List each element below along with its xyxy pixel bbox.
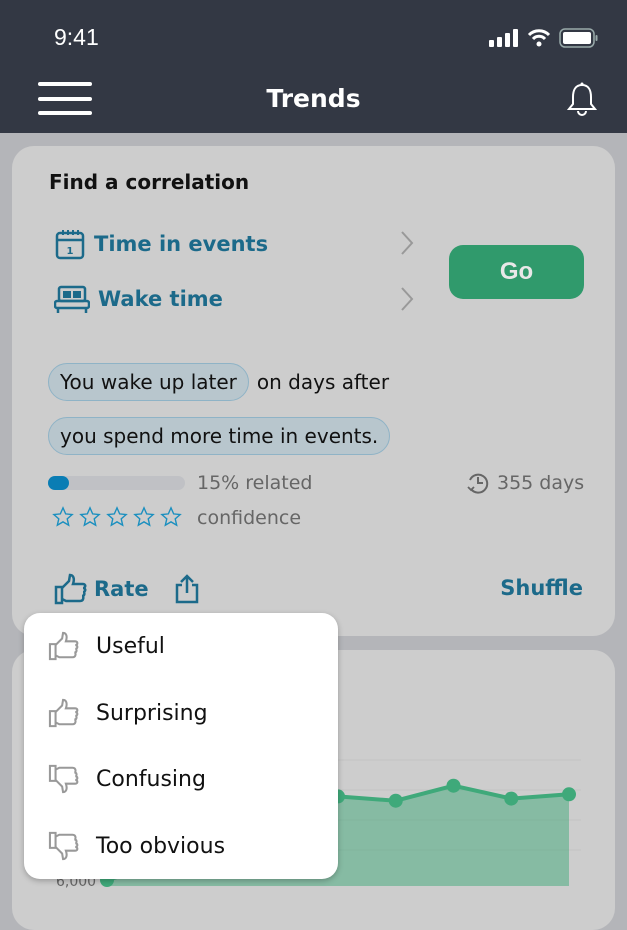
chart-point — [388, 793, 403, 808]
confidence-label: confidence — [197, 507, 302, 529]
menu-item-label: Useful — [96, 633, 165, 659]
picker-label: Time in events — [94, 232, 269, 256]
chart-point — [562, 787, 576, 802]
bed-icon — [54, 285, 90, 313]
menu-item-label: Too obvious — [96, 833, 226, 859]
chevron-right-icon — [401, 287, 414, 311]
thumbs-up-icon — [54, 573, 87, 605]
confidence-stars — [52, 506, 182, 528]
thumbs-down-icon — [48, 764, 79, 794]
card-title: Find a correlation — [49, 170, 250, 194]
sentence-line-2: you spend more time in events. — [48, 417, 391, 455]
correlation-card: Find a correlation 1 Time in events Wake… — [12, 146, 615, 636]
calendar-icon: 1 — [55, 230, 85, 260]
menu-item-label: Surprising — [96, 700, 208, 726]
menu-item-confusing[interactable]: Confusing — [48, 764, 206, 794]
share-icon[interactable] — [174, 574, 200, 604]
related-label: 15% related — [197, 472, 313, 494]
cause-pill[interactable]: you spend more time in events. — [48, 417, 391, 455]
sentence-line-1: You wake up later on days after — [48, 363, 389, 401]
history-clock-icon — [467, 473, 489, 494]
related-progress-fill — [48, 476, 69, 490]
star-icon — [133, 506, 155, 527]
wifi-icon — [527, 29, 551, 47]
star-icon — [160, 506, 182, 527]
top-bar: 9:41 Trends — [0, 0, 627, 133]
thumbs-up-icon — [48, 631, 79, 661]
chart-point — [504, 791, 519, 806]
star-icon — [79, 506, 101, 527]
bell-icon[interactable] — [566, 82, 598, 118]
result-pill[interactable]: You wake up later — [48, 363, 249, 401]
chart-point — [446, 778, 461, 793]
menu-item-surprising[interactable]: Surprising — [48, 698, 208, 728]
sentence-connector: on days after — [256, 370, 390, 394]
star-icon — [106, 506, 128, 527]
rate-menu: Useful Surprising Confusing Too obvious — [24, 613, 338, 879]
signal-icon — [489, 29, 518, 47]
days-label-group: 355 days — [467, 472, 584, 494]
shuffle-button[interactable]: Shuffle — [500, 576, 583, 600]
chevron-right-icon — [401, 231, 414, 255]
page-title: Trends — [266, 84, 361, 113]
menu-item-too-obvious[interactable]: Too obvious — [48, 831, 225, 861]
related-progress-bar — [48, 476, 185, 490]
status-time: 9:41 — [54, 24, 99, 50]
days-label: 355 days — [497, 472, 585, 494]
menu-item-label: Confusing — [96, 766, 206, 792]
thumbs-up-icon — [48, 698, 79, 728]
menu-item-useful[interactable]: Useful — [48, 631, 165, 661]
battery-icon — [559, 28, 598, 48]
picker-wake-time[interactable]: Wake time — [54, 284, 414, 314]
rate-label: Rate — [94, 577, 149, 601]
star-icon — [52, 506, 74, 527]
rate-button[interactable]: Rate — [54, 573, 149, 605]
status-icons — [489, 28, 599, 48]
svg-text:1: 1 — [67, 246, 74, 257]
thumbs-down-icon — [48, 831, 79, 861]
picker-label: Wake time — [98, 287, 223, 311]
picker-time-in-events[interactable]: 1 Time in events — [54, 228, 414, 260]
go-button[interactable]: Go — [449, 245, 584, 299]
